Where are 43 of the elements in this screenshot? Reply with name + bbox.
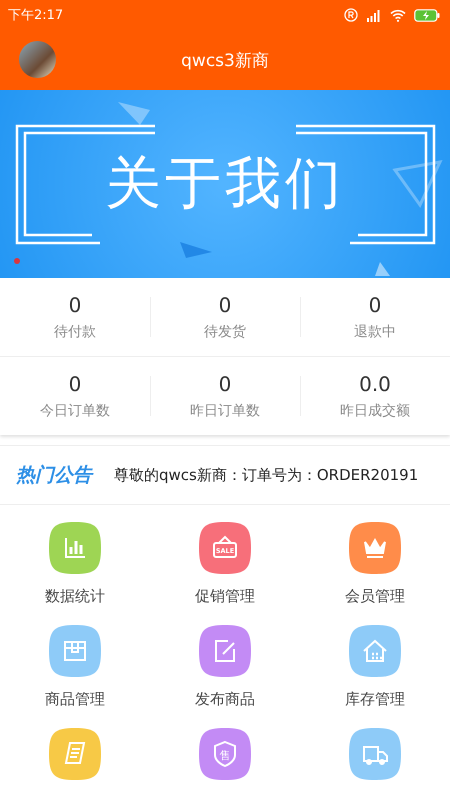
chart-icon[interactable] xyxy=(48,521,102,575)
signal-icon xyxy=(366,8,382,22)
stat-value: 0 xyxy=(68,293,82,317)
menu-label: 发布商品 xyxy=(195,690,255,709)
crown-icon[interactable] xyxy=(348,521,402,575)
stat-value: 0 xyxy=(68,372,82,396)
stat-value: 0 xyxy=(218,293,232,317)
stat-label: 昨日成交额 xyxy=(340,402,410,420)
menu-label: 商品管理 xyxy=(45,690,105,709)
battery-charging-icon xyxy=(414,8,440,22)
shield-icon[interactable]: 售 xyxy=(198,727,252,781)
box-icon[interactable] xyxy=(48,624,102,678)
stat-value: 0.0 xyxy=(359,372,391,396)
status-time: 下午2:17 xyxy=(8,7,64,24)
triangle-decoration xyxy=(180,242,212,258)
stat-label: 退款中 xyxy=(354,323,396,341)
stat-value: 0 xyxy=(218,372,232,396)
store-title: qwcs3新商 xyxy=(181,50,269,72)
stat-label: 待发货 xyxy=(204,323,246,341)
registered-icon xyxy=(344,8,358,22)
menu-label: 促销管理 xyxy=(195,587,255,606)
triangle-decoration xyxy=(375,262,390,276)
edit-icon[interactable] xyxy=(198,624,252,678)
triangle-decoration xyxy=(118,102,150,125)
warehouse-icon[interactable] xyxy=(348,624,402,678)
truck-icon[interactable] xyxy=(348,727,402,781)
wifi-icon xyxy=(390,8,406,22)
notice-text: 尊敬的qwcs新商：订单号为：ORDER20191 xyxy=(114,466,418,484)
notice-heading: 热门公告 xyxy=(16,463,92,488)
banner-image[interactable]: 关于我们 xyxy=(0,90,450,278)
stat-label: 待付款 xyxy=(54,323,96,341)
pager-dot-icon[interactable] xyxy=(14,258,20,264)
banner-title: 关于我们 xyxy=(105,150,345,218)
stat-value: 0 xyxy=(368,293,382,317)
avatar-photo-placeholder[interactable] xyxy=(19,41,56,78)
menu-label: 数据统计 xyxy=(45,587,105,606)
receipt-icon[interactable] xyxy=(48,727,102,781)
stat-label: 昨日订单数 xyxy=(190,402,260,420)
menu-label: 会员管理 xyxy=(345,587,405,606)
stat-label: 今日订单数 xyxy=(40,402,110,420)
triangle-decoration xyxy=(392,160,443,208)
menu-label: 库存管理 xyxy=(345,690,405,709)
notice-bar[interactable]: 热门公告 尊敬的qwcs新商：订单号为：ORDER20191 xyxy=(0,445,450,505)
